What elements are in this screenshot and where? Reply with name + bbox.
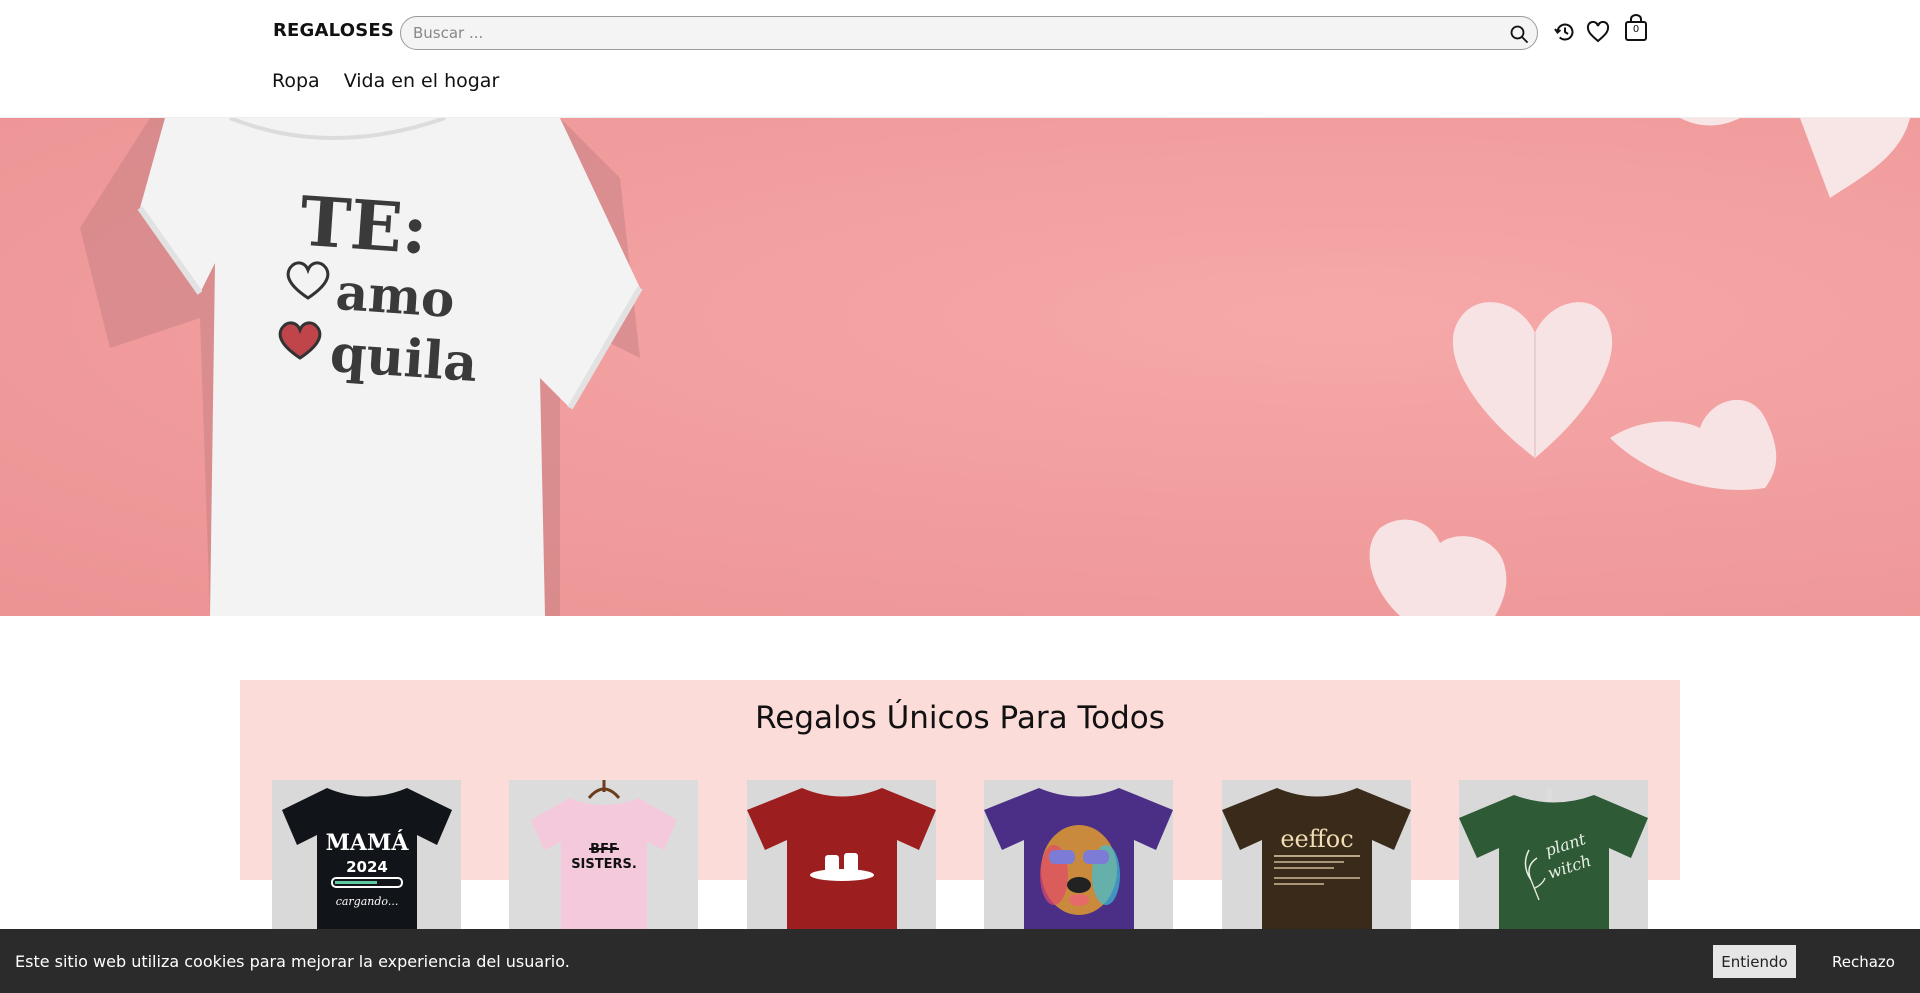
svg-text:2024: 2024 bbox=[346, 858, 388, 876]
product-card[interactable]: eeffoc bbox=[1221, 780, 1411, 930]
product-image: MAMÁ 2024 cargando... bbox=[282, 788, 452, 930]
product-card[interactable] bbox=[746, 780, 936, 930]
svg-text:eeffoc: eeffoc bbox=[1280, 825, 1353, 853]
product-image: eeffoc bbox=[1221, 788, 1411, 930]
product-card[interactable] bbox=[984, 780, 1174, 930]
main-nav: Ropa Vida en el hogar bbox=[272, 70, 499, 92]
shopping-bag-icon[interactable]: 0 bbox=[1622, 14, 1650, 42]
nav-item-ropa[interactable]: Ropa bbox=[272, 70, 320, 92]
hero-shirt-text-line2: amo bbox=[334, 261, 457, 330]
product-image bbox=[746, 788, 936, 930]
hero-illustration bbox=[80, 118, 1910, 616]
cookie-message: Este sitio web utiliza cookies para mejo… bbox=[15, 951, 570, 971]
product-image: BFF SISTERS. bbox=[509, 780, 699, 930]
product-card[interactable]: BFF SISTERS. bbox=[509, 780, 699, 930]
site-header: REGALOSES 0 Ropa Vida en el hogar bbox=[0, 0, 1920, 118]
svg-text:SISTERS.: SISTERS. bbox=[572, 857, 638, 872]
search-bar bbox=[400, 16, 1538, 50]
svg-text:cargando...: cargando... bbox=[336, 895, 399, 908]
cart-count: 0 bbox=[1632, 24, 1640, 35]
reject-cookies-button[interactable]: Rechazo bbox=[1826, 945, 1901, 978]
hero-banner[interactable]: TE: amo quila bbox=[0, 118, 1920, 616]
cookie-banner: Este sitio web utiliza cookies para mejo… bbox=[0, 929, 1920, 993]
product-grid: MAMÁ 2024 cargando... BFF SISTERS. eeffo… bbox=[272, 780, 1648, 930]
history-icon[interactable] bbox=[1551, 18, 1579, 46]
search-input[interactable] bbox=[401, 17, 1537, 49]
product-card[interactable]: MAMÁ 2024 cargando... bbox=[272, 780, 461, 930]
section-title: Regalos Únicos Para Todos bbox=[755, 700, 1165, 736]
nav-item-vida-en-el-hogar[interactable]: Vida en el hogar bbox=[344, 70, 500, 92]
product-card[interactable]: plant witch bbox=[1458, 780, 1648, 930]
accept-cookies-button[interactable]: Entiendo bbox=[1713, 945, 1796, 978]
heart-icon[interactable] bbox=[1584, 18, 1612, 46]
hero-shirt-text-line1: TE: bbox=[297, 181, 431, 271]
product-image bbox=[984, 788, 1174, 930]
search-icon[interactable] bbox=[1507, 22, 1531, 46]
svg-text:MAMÁ: MAMÁ bbox=[326, 829, 410, 856]
product-image: plant witch bbox=[1458, 788, 1648, 930]
hero-shirt-text-line3: quila bbox=[328, 322, 480, 395]
site-logo[interactable]: REGALOSES bbox=[273, 20, 394, 41]
